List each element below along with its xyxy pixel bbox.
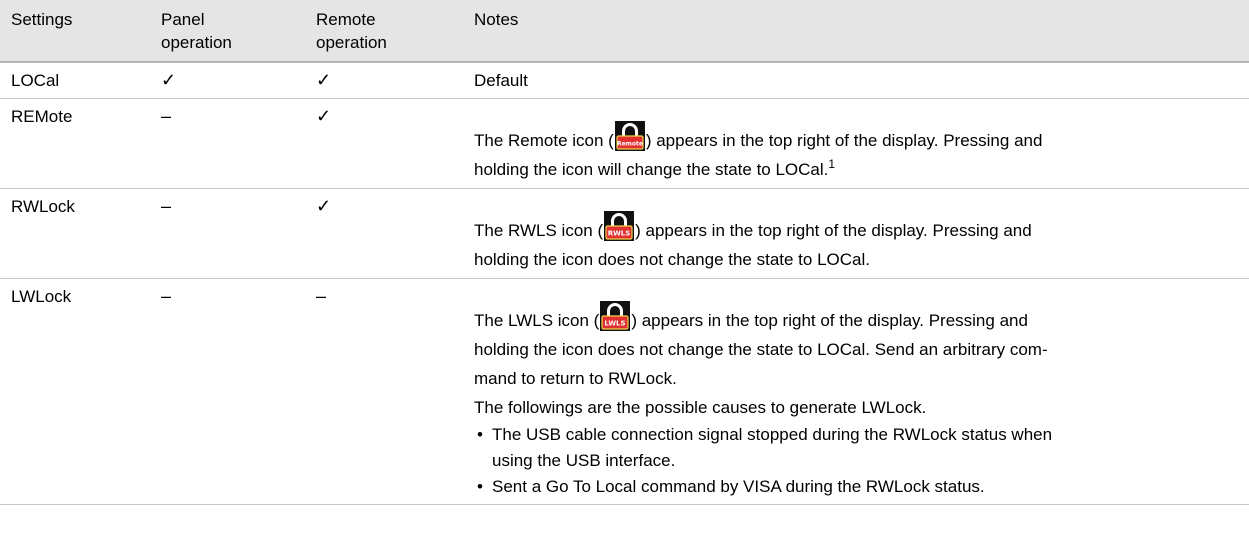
table-row: RWLock – ✓ The RWLS icon (RWLS) appears … [0,188,1249,279]
remote-cell: ✓ [305,188,463,279]
remote-cell: – [305,278,463,505]
header-remote-operation: Remote operation [305,0,463,63]
remote-lock-icon-graphic: Remote [614,121,645,151]
notes-cell: The RWLS icon (RWLS) appears in the top … [463,188,1249,279]
footnote-marker: 1 [828,157,836,171]
header-notes: Notes [463,0,1249,63]
panel-cell: – [150,188,305,279]
panel-cell: – [150,98,305,189]
notes-line: The RWLS icon (RWLS) appears in the top … [474,211,1243,245]
bullet-item: • Sent a Go To Local command by VISA dur… [474,474,1243,500]
header-panel-operation: Panel operation [150,0,305,63]
notes-line: The Remote icon (Remote) appears in the … [474,121,1243,155]
setting-cell: RWLock [0,188,150,279]
setting-cell: LWLock [0,278,150,505]
notes-line: holding the icon will change the state t… [474,157,836,179]
lwls-lock-icon-graphic: LWLS [600,301,631,331]
table-row: LWLock – – The LWLS icon (LWLS) appears … [0,278,1249,505]
notes-line: The LWLS icon (LWLS) appears in the top … [474,301,1243,335]
notes-cell: The LWLS icon (LWLS) appears in the top … [463,278,1249,505]
notes-cell: The Remote icon (Remote) appears in the … [463,98,1249,189]
setting-cell: LOCal [0,62,150,99]
panel-cell: – [150,278,305,505]
setting-cell: REMote [0,98,150,189]
panel-cell: ✓ [150,62,305,99]
notes-line: The followings are the possible causes t… [474,398,927,417]
header-row: Settings Panel operation Remote operatio… [0,0,1249,63]
bullet-dot: • [477,477,483,496]
bullet-item: • The USB cable connection signal stoppe… [474,422,1243,474]
notes-cell: Default [463,62,1249,99]
remote-cell: ✓ [305,62,463,99]
table-row: LOCal ✓ ✓ Default [0,62,1249,99]
notes-line: holding the icon does not change the sta… [474,250,870,269]
bullet-dot: • [477,425,483,444]
remote-state-table: Settings Panel operation Remote operatio… [0,0,1249,505]
rwls-lock-icon: RWLS [604,211,635,241]
remote-lock-icon: Remote [614,121,645,151]
lock-label: RWLS [608,230,631,238]
header-settings: Settings [0,0,150,63]
remote-cell: ✓ [305,98,463,189]
lock-label: LWLS [605,320,626,328]
notes-line: mand to return to RWLock. [474,369,677,388]
lwls-lock-icon: LWLS [600,301,631,331]
lock-label: Remote [617,141,643,148]
rwls-lock-icon-graphic: RWLS [604,211,635,241]
notes-line: holding the icon does not change the sta… [474,340,1048,359]
table-row: REMote – ✓ The Remote icon (Remote) appe… [0,98,1249,189]
